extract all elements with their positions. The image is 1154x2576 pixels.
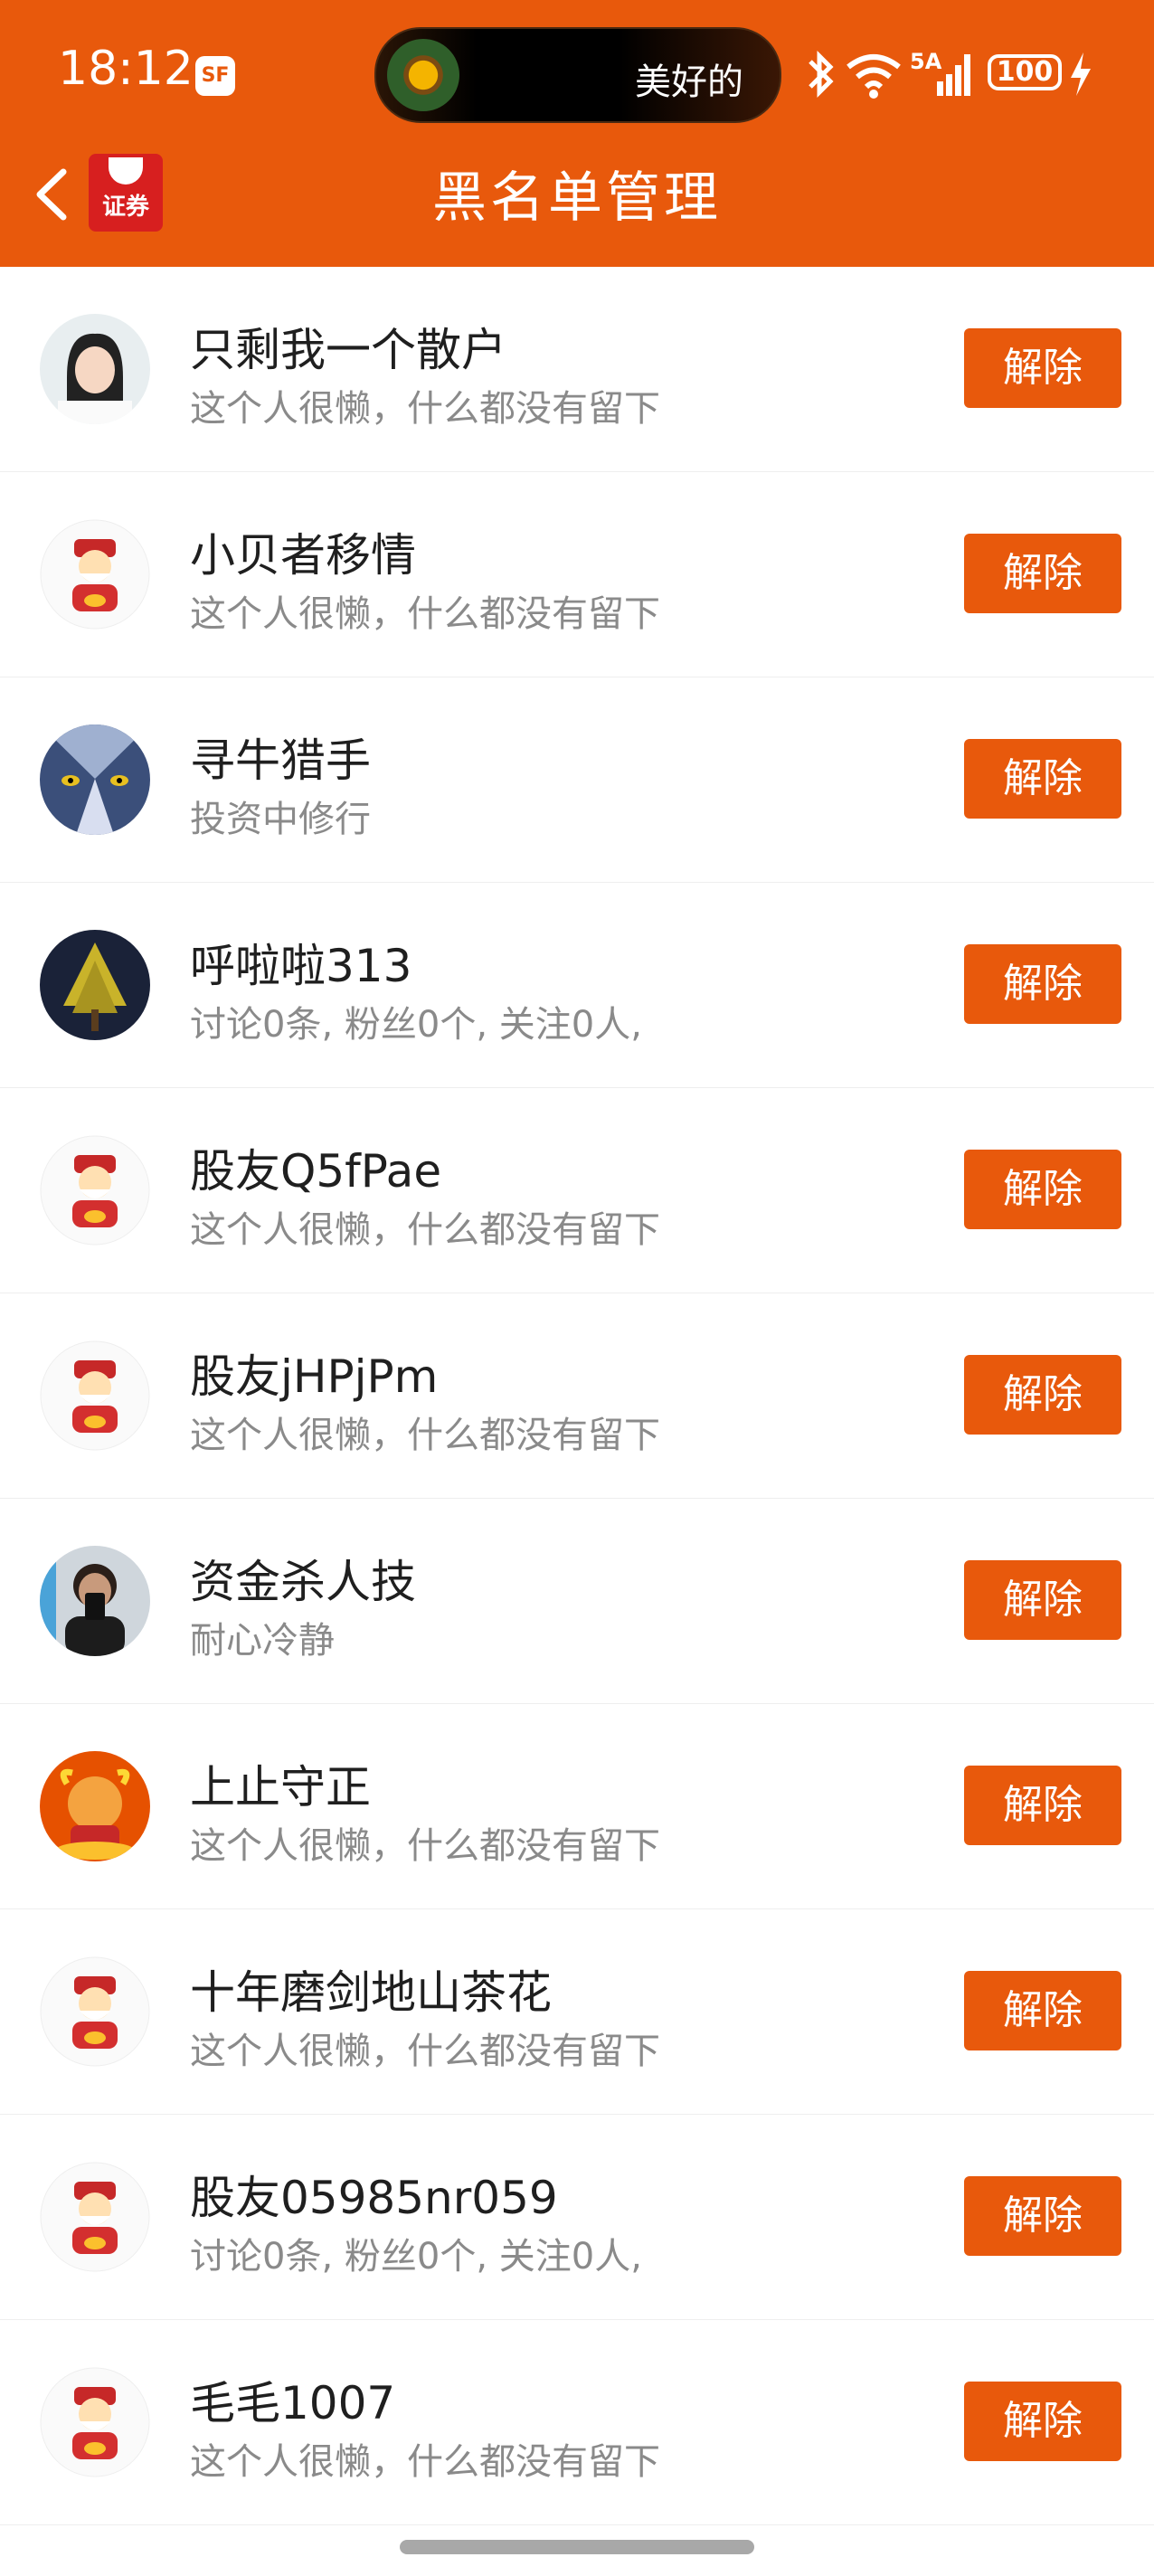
- user-name[interactable]: 股友Q5fPae: [190, 1135, 441, 1200]
- blacklist-row[interactable]: 毛毛1007 这个人很懒，什么都没有留下 解除: [0, 2320, 1154, 2525]
- user-name[interactable]: 上止守正: [190, 1751, 371, 1816]
- user-name[interactable]: 小贝者移情: [190, 519, 416, 584]
- battery-icon: 100: [988, 54, 1062, 90]
- avatar-fortune-god-icon[interactable]: [40, 2367, 150, 2477]
- avatar-fortune-god-icon[interactable]: [40, 1135, 150, 1245]
- user-description: 讨论0条, 粉丝0个, 关注0人,: [190, 2236, 642, 2278]
- remove-button[interactable]: 解除: [964, 2176, 1121, 2256]
- page-title: 黑名单管理: [432, 166, 722, 230]
- status-time: 18:12: [58, 42, 194, 96]
- home-indicator[interactable]: [400, 2540, 754, 2554]
- blacklist-row[interactable]: 上止守正这个人很懒，什么都没有留下 解除: [0, 1704, 1154, 1909]
- blacklist-list: 只剩我一个散户 这个人很懒，什么都没有留下 解除 小贝者移情 这个人很懒，什么都没有留下…: [0, 267, 1154, 2525]
- blacklist-row[interactable]: 小贝者移情这个人很懒，什么都没有留下 解除: [0, 472, 1154, 677]
- avatar-fortune-god-icon[interactable]: [40, 519, 150, 630]
- user-description: 投资中修行: [190, 799, 371, 840]
- app-header: 18:12 SF 美好的 5A 100 证券 黑名单管理: [0, 0, 1154, 267]
- blacklist-row[interactable]: 十年磨剑地山茶花这个人很懒，什么都没有留下 解除: [0, 1909, 1154, 2115]
- user-description: 这个人很懒，什么都没有留下: [190, 388, 660, 430]
- avatar-fortune-god-icon[interactable]: [40, 1956, 150, 2067]
- user-name[interactable]: 资金杀人技: [190, 1546, 416, 1611]
- avatar-photo-girl-icon[interactable]: [40, 314, 150, 424]
- user-description: 这个人很懒，什么都没有留下: [190, 1209, 660, 1251]
- user-description: 讨论0条, 粉丝0个, 关注0人,: [190, 1004, 642, 1046]
- user-name[interactable]: 股友jHPjPm: [190, 1340, 438, 1406]
- remove-button[interactable]: 解除: [964, 2382, 1121, 2461]
- blacklist-row[interactable]: 股友jHPjPm 这个人很懒，什么都没有留下 解除: [0, 1293, 1154, 1499]
- blacklist-row[interactable]: 资金杀人技耐心冷静 解除: [0, 1499, 1154, 1704]
- avatar-fortune-god-icon[interactable]: [40, 1340, 150, 1451]
- remove-button[interactable]: 解除: [964, 1766, 1121, 1845]
- remove-button[interactable]: 解除: [964, 328, 1121, 408]
- user-description: 这个人很懒，什么都没有留下: [190, 593, 660, 635]
- avatar-tree-night-icon[interactable]: [40, 930, 150, 1040]
- charging-icon: [1067, 49, 1094, 103]
- remove-button[interactable]: 解除: [964, 739, 1121, 819]
- blacklist-row[interactable]: 呼啦啦313 讨论0条, 粉丝0个, 关注0人, 解除: [0, 883, 1154, 1088]
- remove-button[interactable]: 解除: [964, 1355, 1121, 1435]
- remove-button[interactable]: 解除: [964, 534, 1121, 613]
- dynamic-island[interactable]: 美好的: [374, 27, 781, 123]
- wifi-icon: [845, 47, 903, 105]
- avatar-fortune-god-icon[interactable]: [40, 2162, 150, 2272]
- sunflower-thumbnail-icon: [387, 39, 459, 111]
- remove-button[interactable]: 解除: [964, 1560, 1121, 1640]
- user-description: 这个人很懒，什么都没有留下: [190, 2031, 660, 2072]
- blacklist-row[interactable]: 股友Q5fPae 这个人很懒，什么都没有留下 解除: [0, 1088, 1154, 1293]
- network-label: 5A: [910, 49, 942, 74]
- avatar-wolf-eyes-icon[interactable]: [40, 724, 150, 835]
- status-bar: 18:12 SF 美好的 5A 100: [0, 0, 1154, 145]
- user-name[interactable]: 十年磨剑地山茶花: [190, 1956, 552, 2022]
- sf-badge-icon: SF: [195, 56, 235, 96]
- blacklist-row[interactable]: 股友05985nr059 讨论0条, 粉丝0个, 关注0人, 解除: [0, 2115, 1154, 2320]
- remove-button[interactable]: 解除: [964, 1150, 1121, 1229]
- user-description: 这个人很懒，什么都没有留下: [190, 1825, 660, 1867]
- user-name[interactable]: 股友05985nr059: [190, 2162, 558, 2227]
- user-name[interactable]: 毛毛1007: [190, 2367, 395, 2432]
- island-text: 美好的: [635, 62, 743, 103]
- avatar-person-selfie-icon[interactable]: [40, 1546, 150, 1656]
- blacklist-row[interactable]: 寻牛猎手投资中修行 解除: [0, 677, 1154, 883]
- user-name[interactable]: 寻牛猎手: [190, 724, 371, 790]
- user-description: 这个人很懒，什么都没有留下: [190, 1415, 660, 1456]
- bluetooth-icon: [805, 49, 836, 103]
- user-description: 耐心冷静: [190, 1620, 335, 1662]
- user-name[interactable]: 呼啦啦313: [190, 930, 411, 995]
- blacklist-row[interactable]: 只剩我一个散户这个人很懒，什么都没有留下 解除: [0, 267, 1154, 472]
- user-description: 这个人很懒，什么都没有留下: [190, 2441, 660, 2483]
- user-name[interactable]: 只剩我一个散户: [190, 314, 506, 379]
- remove-button[interactable]: 解除: [964, 944, 1121, 1024]
- remove-button[interactable]: 解除: [964, 1971, 1121, 2050]
- avatar-golden-ox-icon[interactable]: [40, 1751, 150, 1861]
